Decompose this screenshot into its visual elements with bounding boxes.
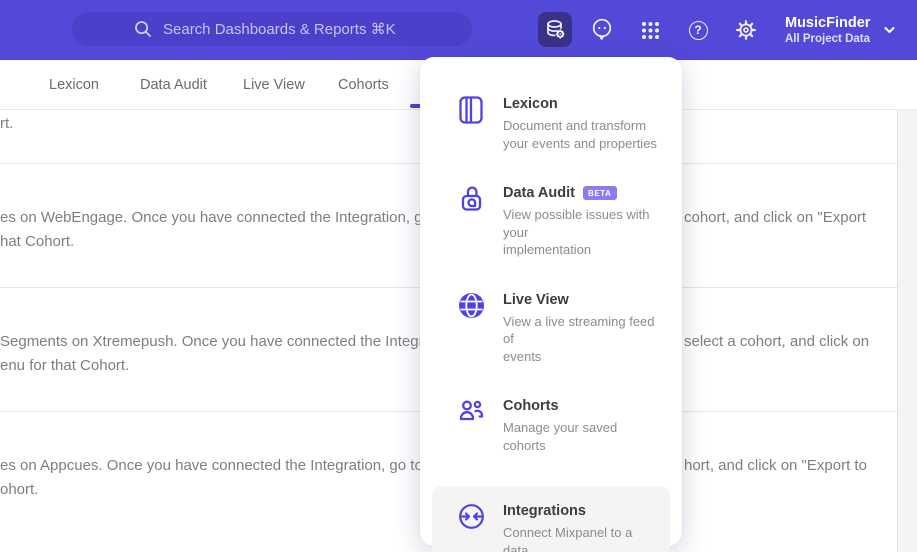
project-switcher[interactable]: MusicFinder All Project Data <box>785 0 895 60</box>
project-subtitle: All Project Data <box>785 32 870 45</box>
menu-item-description: Document and transform your events and p… <box>503 118 657 151</box>
help-icon: ? <box>688 20 708 40</box>
menu-item-cohorts[interactable]: Cohorts Manage your saved cohorts <box>420 381 682 478</box>
data-management-button[interactable] <box>538 12 572 47</box>
menu-item-title: Lexicon <box>503 96 558 112</box>
row-text-xtremepush-right: select a cohort, and click on <box>684 333 870 350</box>
menu-item-lexicon[interactable]: Lexicon Document and transform your even… <box>420 79 682 168</box>
tab-live-view[interactable]: Live View <box>243 60 305 110</box>
beta-badge: BETA <box>582 186 617 200</box>
global-search[interactable] <box>72 12 472 46</box>
menu-item-data-audit[interactable]: Data Audit BETA View possible issues wit… <box>420 168 682 275</box>
people-icon <box>458 397 486 454</box>
tab-lexicon[interactable]: Lexicon <box>49 60 99 110</box>
help-glyph: ? <box>694 23 702 37</box>
feedback-button[interactable] <box>585 0 619 60</box>
project-name: MusicFinder <box>785 14 871 31</box>
help-button[interactable]: ? <box>681 0 715 60</box>
top-header: ? MusicFinder All Project Data <box>0 0 917 60</box>
book-icon <box>458 95 486 152</box>
menu-item-title: Integrations <box>503 503 586 519</box>
gear-icon <box>735 19 757 41</box>
settings-button[interactable] <box>729 0 763 60</box>
sync-circle-icon <box>458 502 486 552</box>
data-management-menu: Lexicon Document and transform your even… <box>420 57 682 552</box>
tab-data-audit[interactable]: Data Audit <box>140 60 207 110</box>
menu-item-live-view[interactable]: Live View View a live streaming feed of … <box>420 275 682 382</box>
apps-grid-button[interactable] <box>633 0 667 60</box>
row-text-appcues-right: hort, and click on "Export to <box>684 457 867 474</box>
menu-item-description: View a live streaming feed of events <box>503 313 655 364</box>
row-text-webengage-right: cohort, and click on "Export <box>684 209 867 226</box>
globe-icon <box>458 291 486 366</box>
menu-item-title: Data Audit <box>503 185 575 201</box>
menu-item-title: Cohorts <box>503 398 559 414</box>
menu-item-description: Connect Mixpanel to a data pipeline or c… <box>503 525 633 552</box>
chevron-down-icon <box>884 26 895 34</box>
menu-item-title: Live View <box>503 291 569 308</box>
menu-item-description: Manage your saved cohorts <box>503 420 618 453</box>
tab-cohorts[interactable]: Cohorts <box>338 60 389 110</box>
menu-item-integrations[interactable]: Integrations Connect Mixpanel to a data … <box>432 486 670 552</box>
menu-item-description: View possible issues with your implement… <box>503 207 650 257</box>
lock-audit-icon <box>458 184 486 259</box>
database-gear-icon <box>544 18 567 41</box>
search-icon <box>133 19 153 39</box>
search-input[interactable] <box>163 20 411 38</box>
chat-smiley-icon <box>590 17 614 43</box>
grid-dots-icon <box>640 20 661 41</box>
